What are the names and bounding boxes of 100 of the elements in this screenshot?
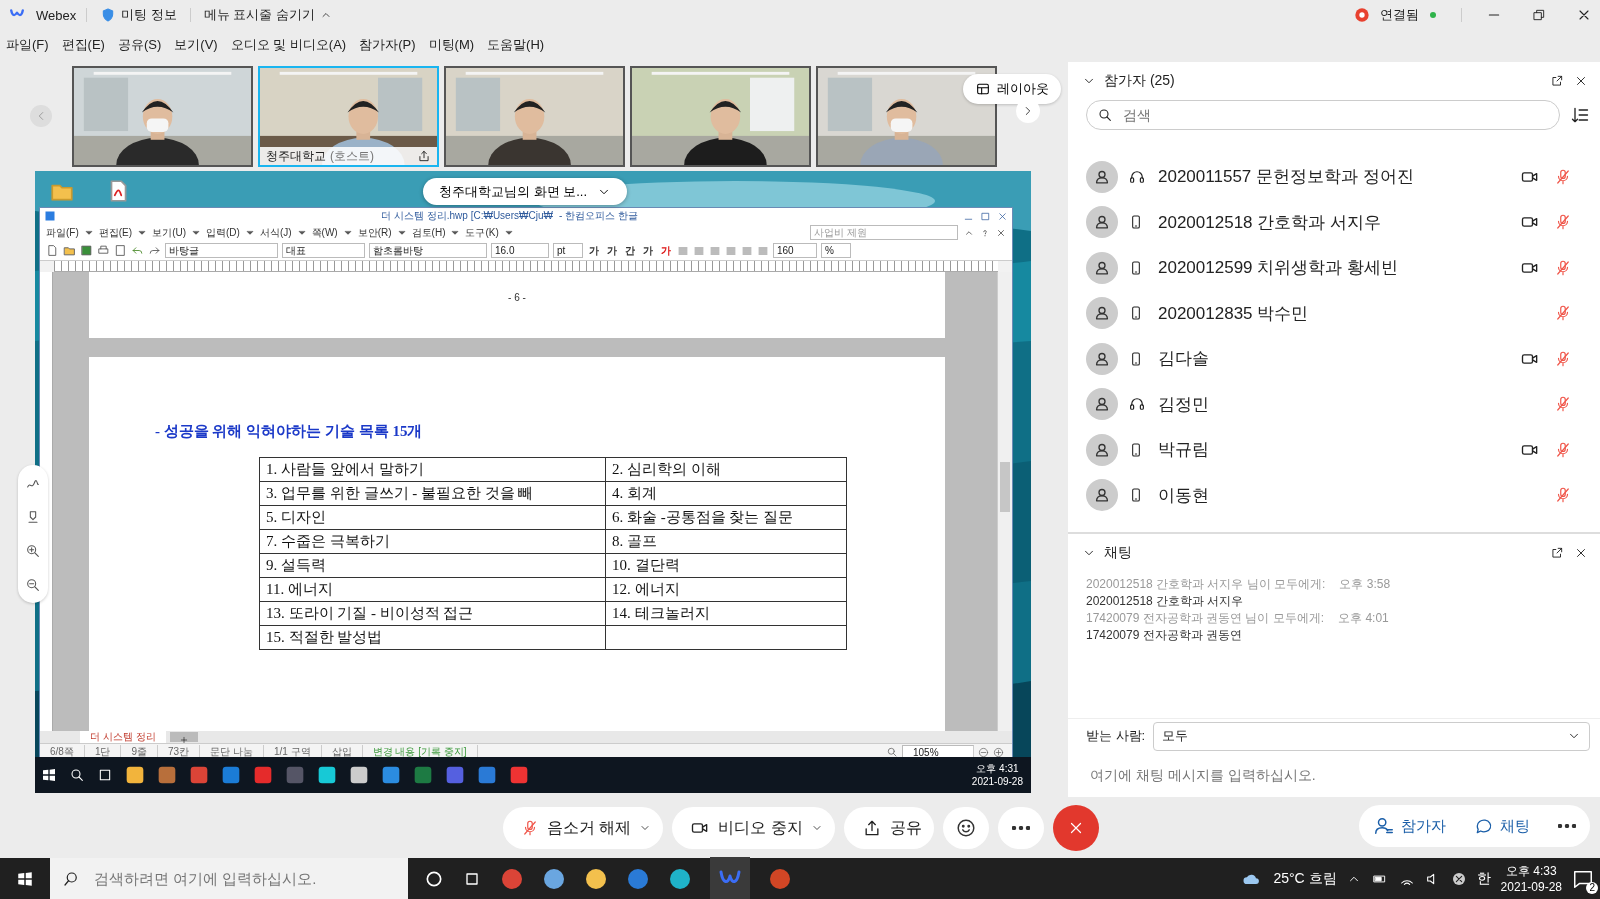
format-button[interactable]: 가 <box>641 243 655 258</box>
hide-menu-button[interactable]: 메뉴 표시줄 숨기기 <box>200 4 336 26</box>
menu-item[interactable]: 편집(E) <box>98 225 133 240</box>
more-button[interactable] <box>997 807 1044 849</box>
taskbar-search-box[interactable]: 검색하려면 여기에 입력하십시오. <box>50 858 408 899</box>
muted-mic-icon[interactable] <box>1554 304 1572 323</box>
zoom-in-icon[interactable] <box>993 746 1004 758</box>
chat-input[interactable]: 여기에 채팅 메시지를 입력하십시오. <box>1088 766 1580 784</box>
menu-item[interactable]: 미팅(M) <box>428 36 475 54</box>
menu-item[interactable]: 검토(H) <box>411 225 446 240</box>
search-icon[interactable] <box>886 746 898 758</box>
help-icon[interactable] <box>980 227 990 238</box>
scrollbar[interactable] <box>997 272 1012 731</box>
menu-item[interactable]: 오디오 및 비디오(A) <box>230 36 347 54</box>
style-combo-box[interactable]: 바탕글 <box>165 243 278 258</box>
sort-icon[interactable] <box>1570 105 1590 125</box>
menu-item[interactable]: 서식(J) <box>259 225 292 240</box>
language-combo-box[interactable]: 대표 <box>282 243 365 258</box>
close-icon[interactable] <box>1574 74 1588 88</box>
muted-mic-icon[interactable] <box>1554 395 1572 414</box>
muted-mic-icon[interactable] <box>1554 258 1572 277</box>
unit-combo-box[interactable]: % <box>821 243 851 258</box>
restore-icon[interactable] <box>1532 8 1546 22</box>
close-icon[interactable] <box>1574 546 1588 560</box>
table-cell: 11. 에너지 <box>259 577 606 602</box>
format-button[interactable]: 가 <box>605 243 619 258</box>
menu-item[interactable]: 입력(D) <box>206 225 240 240</box>
panel-title: 참가자 (25) <box>1104 72 1175 90</box>
app-icon[interactable] <box>584 866 608 891</box>
search-icon <box>62 869 80 888</box>
windows-logo-icon[interactable] <box>41 767 57 783</box>
app-icon[interactable] <box>317 765 337 785</box>
screen-share-banner[interactable]: 청주대학교님의 화면 보... <box>423 178 628 205</box>
table-cell: 8. 골프 <box>605 529 847 554</box>
table-cell: 13. 또라이 기질 - 비이성적 접근 <box>259 601 606 626</box>
menu-item[interactable]: 도움말(H) <box>487 36 545 54</box>
format-button[interactable]: 간 <box>623 243 637 258</box>
app-icon[interactable] <box>668 866 692 891</box>
share-button[interactable]: 공유 <box>843 807 934 849</box>
leave-button[interactable] <box>1052 805 1099 851</box>
task-view-icon[interactable] <box>97 767 113 783</box>
participants-button[interactable]: 참가자 <box>1359 805 1460 847</box>
preview-icon[interactable] <box>114 244 127 257</box>
app-icon[interactable] <box>349 765 369 785</box>
video-tile[interactable]: 청주대학교 (호스트) <box>258 66 439 167</box>
menu-item[interactable]: 편집(E) <box>61 36 105 54</box>
muted-mic-icon[interactable] <box>1554 349 1572 368</box>
menu-item[interactable]: 도구(K) <box>465 225 499 240</box>
muted-mic-icon[interactable] <box>1554 440 1572 459</box>
line-spacing-field[interactable]: 160 <box>773 243 817 258</box>
save-icon[interactable] <box>80 244 93 257</box>
message-time: 오후 3:58 <box>1339 576 1391 593</box>
open-folder-icon[interactable] <box>63 244 76 257</box>
taskbar-search-field[interactable]: 검색하려면 여기에 입력하십시오. <box>92 869 396 888</box>
undo-icon[interactable] <box>131 244 144 257</box>
zoom-in-icon[interactable] <box>25 543 41 559</box>
menu-item[interactable]: 참가자(P) <box>359 36 416 54</box>
close-circle-icon[interactable] <box>1450 870 1467 887</box>
redo-icon[interactable] <box>148 244 161 257</box>
layout-button[interactable]: 레이아웃 <box>963 74 1061 104</box>
zoom-out-icon[interactable] <box>978 746 989 758</box>
pop-out-icon[interactable] <box>1550 546 1564 560</box>
pop-out-icon[interactable] <box>1550 74 1564 88</box>
format-button[interactable]: 가 <box>659 243 673 258</box>
menu-item[interactable]: 쪽(W) <box>311 225 338 240</box>
highlighter-icon[interactable] <box>25 509 41 525</box>
status-dot-icon <box>1429 11 1437 19</box>
print-icon[interactable] <box>97 244 110 257</box>
font-size-field[interactable]: 16.0 <box>491 243 549 258</box>
app-icon[interactable] <box>125 765 145 785</box>
meeting-info-button[interactable]: 미팅 정보 <box>97 4 180 26</box>
unit-combo-box[interactable]: pt <box>553 243 583 258</box>
reactions-button[interactable] <box>942 807 989 849</box>
format-button[interactable]: 가 <box>587 243 601 258</box>
muted-mic-icon[interactable] <box>1554 486 1572 505</box>
menu-item[interactable]: 파일(F) <box>46 225 79 240</box>
mute-button[interactable]: 음소거 해제 <box>503 807 664 849</box>
font-combo-box[interactable]: 함초롬바탕 <box>369 243 487 258</box>
app-icon[interactable] <box>157 765 177 785</box>
muted-mic-icon[interactable] <box>1554 167 1572 186</box>
add-tab-button[interactable] <box>169 732 198 742</box>
search-icon[interactable] <box>69 767 85 783</box>
menu-item[interactable]: 공유(S) <box>117 36 162 54</box>
input-method-indicator[interactable]: 한 <box>1476 869 1491 888</box>
table-cell: 5. 디자인 <box>259 505 606 530</box>
app-icon[interactable] <box>381 765 401 785</box>
menu-item[interactable]: 보기(U) <box>152 225 186 240</box>
chat-button[interactable]: 채팅 <box>1460 805 1544 847</box>
search-field[interactable]: 검색 <box>1121 106 1549 124</box>
app-icon[interactable] <box>542 866 566 891</box>
muted-mic-icon[interactable] <box>1554 213 1572 232</box>
menu-item[interactable]: 보기(V) <box>174 36 218 54</box>
sheet-tab[interactable]: 더 시스템 정리 <box>80 731 166 743</box>
video-button[interactable]: 비디오 중지 <box>672 807 835 849</box>
search-icon <box>1097 107 1113 123</box>
menu-item[interactable]: 파일(F) <box>6 36 49 54</box>
maximize-icon[interactable] <box>980 210 991 222</box>
new-document-icon[interactable] <box>46 244 59 257</box>
menu-item[interactable]: 보안(R) <box>357 225 392 240</box>
recipient-select[interactable]: 모두 <box>1153 721 1590 751</box>
